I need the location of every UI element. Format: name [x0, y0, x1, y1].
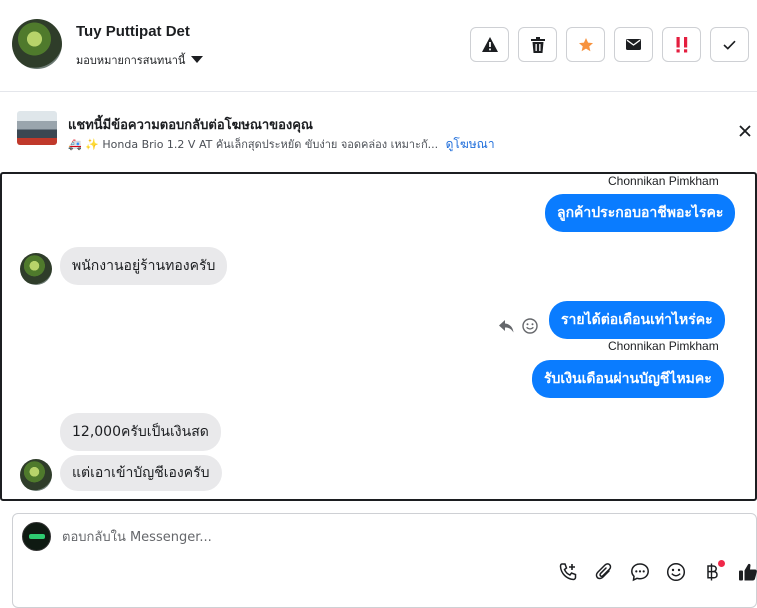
incoming-message[interactable]: พนักงานอยู่ร้านทองครับ — [60, 247, 228, 285]
envelope-icon — [626, 39, 641, 50]
phone-plus-icon — [559, 563, 577, 581]
view-ad-link[interactable]: ดูโฆษณา — [446, 137, 495, 151]
ad-banner-subtitle: 🚑 ✨ Honda Brio 1.2 V AT คันเล็กสุดประหยั… — [68, 135, 495, 154]
contact-avatar-small[interactable] — [20, 253, 52, 285]
composer-toolbar — [556, 560, 757, 584]
ad-description: 🚑 ✨ Honda Brio 1.2 V AT คันเล็กสุดประหยั… — [68, 138, 439, 151]
caret-down-icon — [191, 55, 204, 63]
close-icon[interactable] — [736, 122, 754, 140]
react-emoji-icon[interactable] — [522, 318, 538, 334]
ad-thumbnail[interactable] — [17, 111, 57, 145]
outgoing-message[interactable]: รายได้ต่อเดือนเท่าไหร่คะ — [549, 301, 725, 339]
ad-banner-title: แชทนี้มีข้อความตอบกลับต่อโฆษณาของคุณ — [68, 118, 313, 133]
message-thread[interactable]: Chonnikan Pimkham ลูกค้าประกอบอาชีพอะไรค… — [0, 172, 757, 501]
star-button[interactable] — [566, 27, 605, 62]
reply-composer — [12, 513, 757, 608]
like-button[interactable] — [736, 560, 757, 584]
assign-label: มอบหมายการสนทนานี้ — [76, 54, 186, 67]
payment-request-button[interactable] — [700, 560, 725, 584]
star-icon — [578, 37, 593, 51]
sender-name: Chonnikan Pimkham — [608, 174, 719, 188]
thumbs-up-icon — [739, 563, 757, 581]
outgoing-message[interactable]: ลูกค้าประกอบอาชีพอะไรคะ — [545, 194, 736, 232]
message-hover-actions — [499, 318, 538, 334]
contact-avatar-small[interactable] — [20, 459, 52, 491]
page-avatar — [22, 522, 51, 551]
sender-name: Chonnikan Pimkham — [608, 339, 719, 353]
conversation-header: Tuy Puttipat Det มอบหมายการสนทนานี้ — [0, 0, 757, 92]
baht-icon — [707, 563, 718, 581]
emoji-button[interactable] — [664, 560, 688, 584]
check-icon — [723, 40, 736, 50]
attach-file-button[interactable] — [592, 560, 616, 584]
page-logo — [28, 534, 45, 539]
incoming-message[interactable]: แต่เอาเข้าบัญชีเองครับ — [60, 455, 222, 491]
reply-icon[interactable] — [499, 319, 514, 333]
call-button[interactable] — [556, 560, 580, 584]
priority-button[interactable] — [662, 27, 701, 62]
trash-icon — [530, 36, 545, 53]
mark-done-button[interactable] — [710, 27, 749, 62]
paperclip-icon — [595, 563, 612, 580]
exclamation-icon — [676, 36, 687, 52]
contact-name[interactable]: Tuy Puttipat Det — [76, 23, 190, 40]
warning-icon — [481, 37, 498, 52]
report-spam-button[interactable] — [470, 27, 509, 62]
saved-replies-button[interactable] — [628, 560, 652, 584]
delete-button[interactable] — [518, 27, 557, 62]
ad-reply-banner: แชทนี้มีข้อความตอบกลับต่อโฆษณาของคุณ 🚑 ✨… — [0, 92, 757, 172]
reply-input[interactable] — [62, 528, 662, 546]
mark-unread-button[interactable] — [614, 27, 653, 62]
assign-conversation-dropdown[interactable]: มอบหมายการสนทนานี้ — [76, 51, 204, 69]
smiley-icon — [666, 562, 686, 582]
conversation-actions — [470, 27, 749, 62]
incoming-message[interactable]: 12,000ครับเป็นเงินสด — [60, 413, 221, 451]
outgoing-message[interactable]: รับเงินเดือนผ่านบัญชีไหมคะ — [532, 360, 724, 398]
contact-avatar[interactable] — [12, 19, 62, 69]
chat-bubble-icon — [631, 563, 649, 582]
notification-dot — [718, 560, 725, 567]
